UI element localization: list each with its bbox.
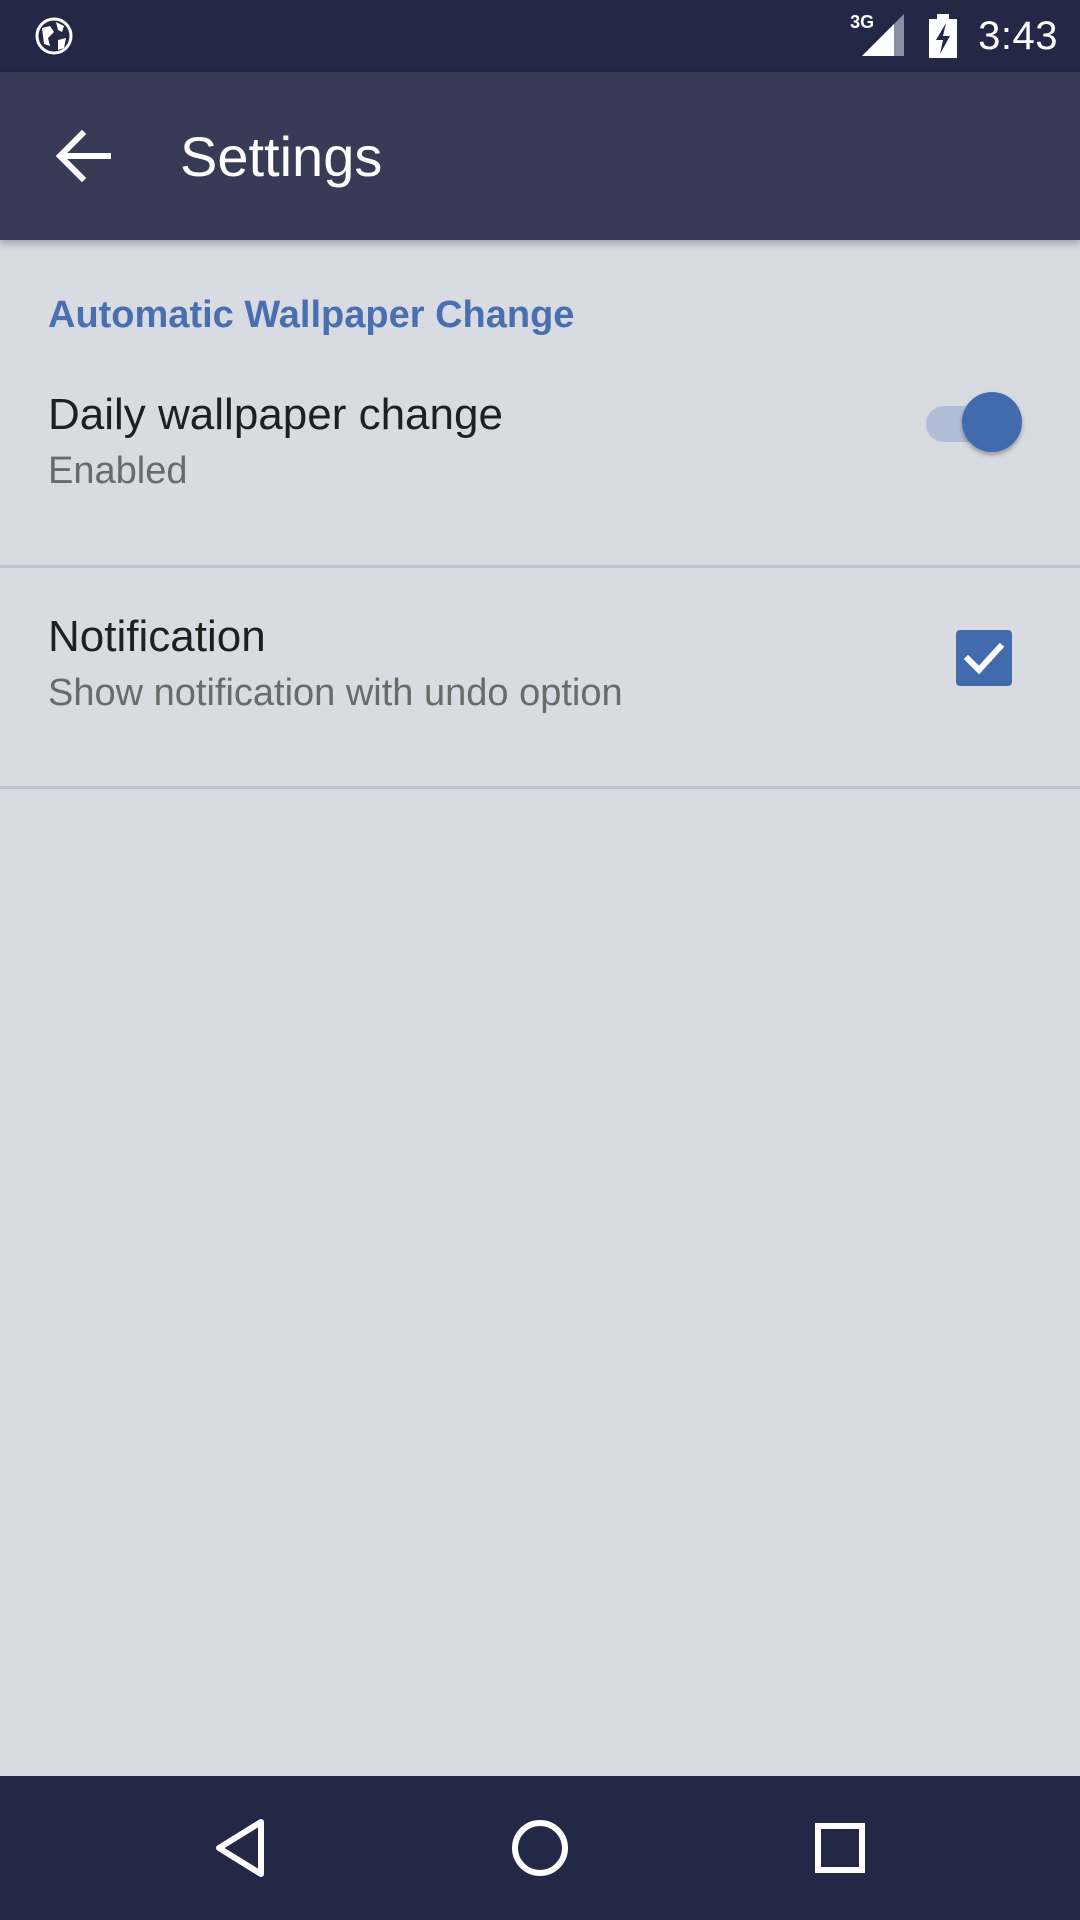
pref-summary: Show notification with undo option	[48, 672, 623, 714]
daily-wallpaper-switch[interactable]	[926, 388, 1022, 452]
signal-icon: 3G	[850, 12, 906, 58]
triangle-back-icon[interactable]	[205, 1812, 277, 1884]
circle-home-icon[interactable]	[504, 1812, 576, 1884]
app-bar: Settings	[0, 72, 1080, 240]
status-clock: 3:43	[978, 13, 1058, 58]
section-header: Automatic Wallpaper Change	[48, 294, 575, 336]
page-title: Settings	[180, 125, 383, 188]
pref-title: Daily wallpaper change	[48, 390, 503, 439]
divider	[0, 786, 1080, 789]
arrow-left-icon[interactable]	[50, 126, 120, 186]
switch-thumb	[962, 392, 1022, 452]
battery-charging-icon	[929, 14, 958, 58]
daily-wallpaper-row[interactable]: Daily wallpaper change Enabled	[0, 390, 1080, 562]
pref-summary: Enabled	[48, 450, 188, 492]
notification-row[interactable]: Notification Show notification with undo…	[0, 610, 1080, 782]
check-icon	[963, 642, 1005, 675]
notification-checkbox[interactable]	[956, 630, 1012, 686]
divider	[0, 565, 1080, 568]
square-recents-icon[interactable]	[804, 1812, 876, 1884]
status-bar: 3G 3:43	[0, 0, 1080, 72]
globe-icon	[35, 17, 73, 55]
pref-title: Notification	[48, 612, 266, 661]
system-nav-bar	[0, 1776, 1080, 1920]
